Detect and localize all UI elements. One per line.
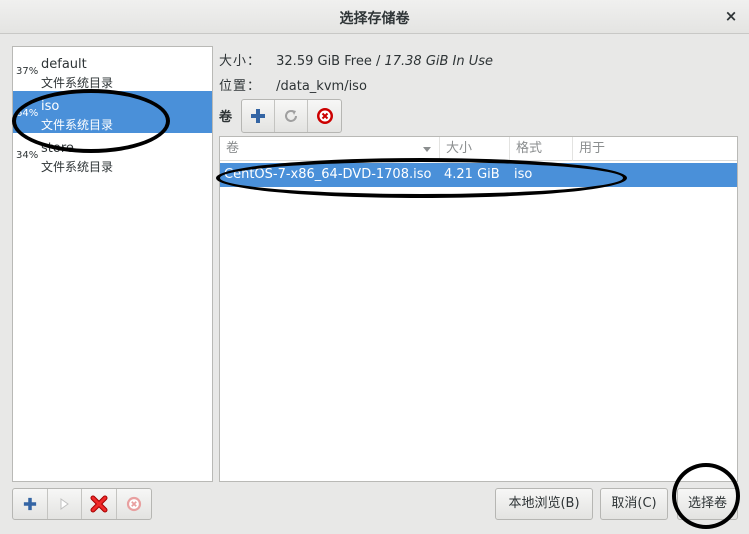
pool-item-default[interactable]: 37% default 文件系统目录	[13, 49, 212, 91]
delete-volume-button[interactable]	[308, 100, 341, 132]
browse-local-button[interactable]: 本地浏览(B)	[495, 488, 593, 520]
column-header-used-by[interactable]: 用于	[573, 137, 737, 161]
volumes-label: 卷	[219, 110, 233, 125]
location-label: 位置：	[219, 79, 262, 94]
volume-used-by-cell	[577, 163, 737, 187]
pool-usage-percent: 34%	[16, 150, 39, 161]
plus-icon	[23, 497, 36, 511]
dialog-title: 选择存储卷	[339, 11, 410, 27]
dialog-titlebar: 选择存储卷 ×	[0, 0, 749, 34]
volume-table[interactable]: 卷 大小 格式 用于 CentOS-7-x86_64-DVD-1708.iso …	[219, 136, 738, 482]
column-header-size[interactable]: 大小	[440, 137, 510, 161]
size-free-value: 32.59 GiB Free /	[276, 54, 385, 69]
size-in-use-value: 17.38 GiB In Use	[384, 54, 494, 69]
volume-name-cell: CentOS-7-x86_64-DVD-1708.iso	[224, 167, 432, 182]
play-icon	[60, 498, 70, 510]
cancel-button[interactable]: 取消(C)	[600, 488, 668, 520]
pool-item-iso[interactable]: 64% iso 文件系统目录	[13, 91, 212, 133]
pool-name: store	[41, 141, 74, 156]
pool-item-store[interactable]: 34% store 文件系统目录	[13, 133, 212, 175]
volume-format-cell: iso	[514, 167, 533, 182]
pool-name: default	[41, 57, 87, 72]
pool-usage-percent: 64%	[16, 108, 39, 119]
pool-type: 文件系统目录	[41, 118, 114, 132]
storage-pool-list[interactable]: 37% default 文件系统目录 64% iso 文件系统目录 34% st…	[12, 46, 213, 482]
pool-type: 文件系统目录	[41, 160, 114, 174]
start-pool-button[interactable]	[48, 489, 82, 519]
pool-size-row: 大小： 32.59 GiB Free / 17.38 GiB In Use	[219, 50, 493, 69]
stop-icon	[126, 496, 141, 512]
sort-down-icon	[423, 147, 431, 152]
plus-icon	[251, 109, 265, 123]
table-row[interactable]: CentOS-7-x86_64-DVD-1708.iso 4.21 GiB is…	[220, 163, 737, 187]
delete-pool-button[interactable]	[82, 489, 117, 519]
close-icon[interactable]: ×	[723, 8, 739, 24]
choose-volume-button[interactable]: 选择卷	[677, 488, 738, 520]
volume-size-cell: 4.21 GiB	[444, 167, 500, 182]
size-label: 大小：	[219, 54, 262, 69]
add-pool-button[interactable]	[13, 489, 48, 519]
column-header-volume[interactable]: 卷	[220, 137, 440, 161]
stop-pool-button[interactable]	[117, 489, 151, 519]
refresh-volumes-button[interactable]	[275, 100, 308, 132]
column-header-format[interactable]: 格式	[510, 137, 573, 161]
refresh-icon	[285, 110, 297, 122]
location-value: /data_kvm/iso	[276, 79, 367, 94]
stop-icon	[316, 108, 333, 124]
delete-x-icon	[90, 495, 108, 513]
pool-toolbar	[12, 488, 152, 520]
pool-usage-percent: 37%	[16, 66, 39, 77]
pool-name: iso	[41, 99, 60, 114]
pool-location-row: 位置： /data_kvm/iso	[219, 75, 367, 94]
add-volume-button[interactable]	[242, 100, 275, 132]
volume-toolbar	[241, 99, 342, 133]
table-header: 卷 大小 格式 用于	[220, 137, 737, 161]
pool-type: 文件系统目录	[41, 76, 114, 90]
